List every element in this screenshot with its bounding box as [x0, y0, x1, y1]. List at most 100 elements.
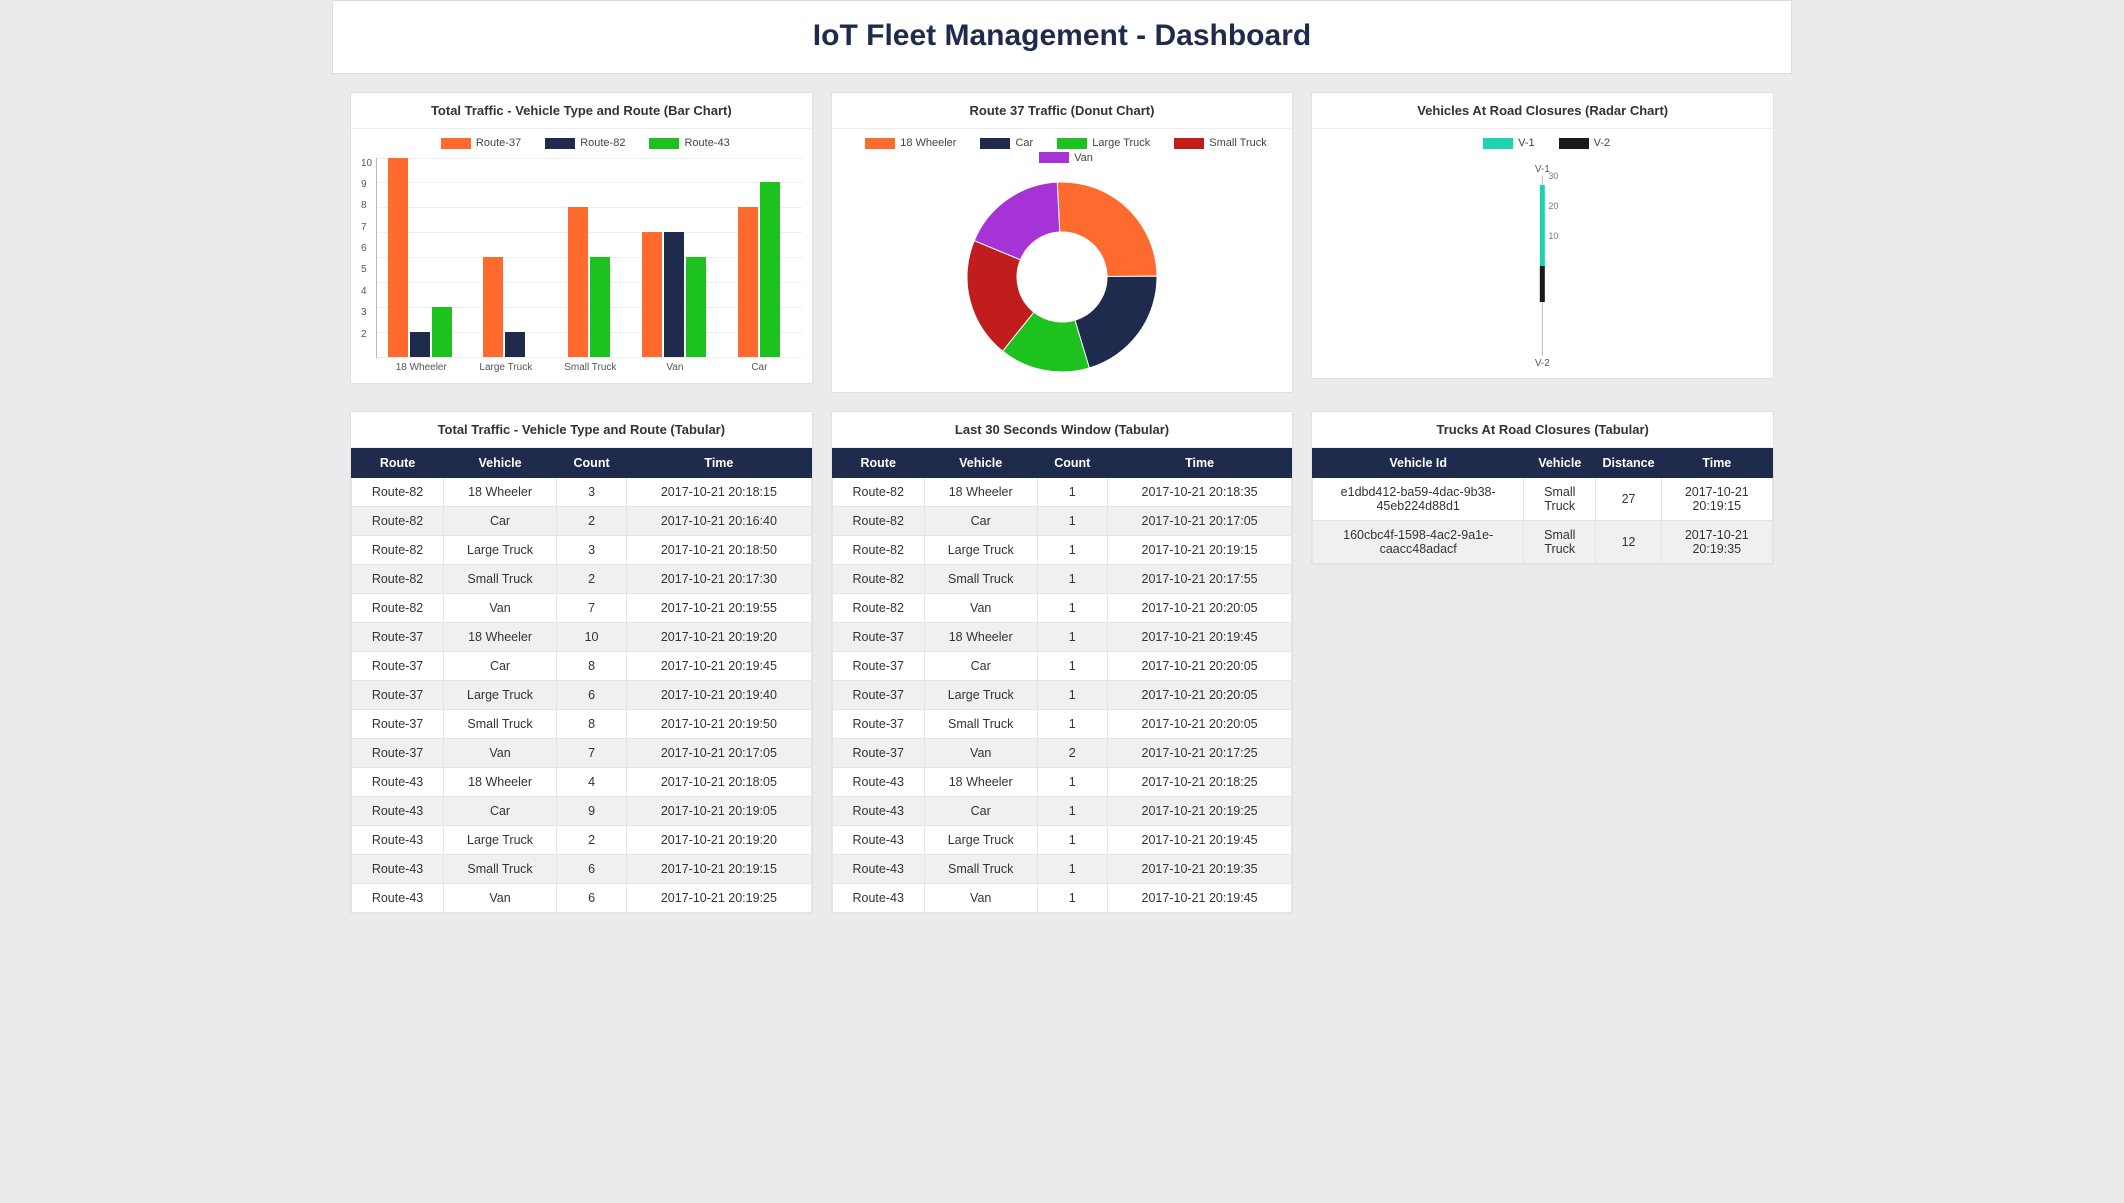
table-row: Route-82Van72017-10-21 20:19:55 [352, 594, 812, 623]
table-cell: Route-37 [352, 652, 444, 681]
legend-item[interactable]: Route-43 [641, 137, 729, 149]
table-cell: Small Truck [444, 710, 557, 739]
table-cell: 2 [556, 565, 626, 594]
bar[interactable] [686, 257, 706, 357]
table-cell: 18 Wheeler [924, 478, 1037, 507]
table-header[interactable]: Route [832, 449, 924, 478]
table-cell: Car [924, 797, 1037, 826]
table-cell: 2017-10-21 20:19:05 [627, 797, 812, 826]
table-cell: Small Truck [1524, 521, 1596, 564]
table-cell: 1 [1037, 594, 1107, 623]
bar-chart-plot[interactable] [376, 158, 802, 358]
table-cell: 2017-10-21 20:19:45 [1107, 623, 1292, 652]
table-cell: e1dbd412-ba59-4dac-9b38-45eb224d88d1 [1313, 478, 1524, 521]
table-header[interactable]: Time [1661, 449, 1772, 478]
panel-radar-chart: Vehicles At Road Closures (Radar Chart) … [1311, 92, 1774, 379]
radar-chart[interactable]: V-1V-2302010 [1322, 158, 1763, 368]
legend-item[interactable]: Small Truck [1166, 137, 1266, 149]
table-header[interactable]: Count [1037, 449, 1107, 478]
table-header[interactable]: Route [352, 449, 444, 478]
table-row: 160cbc4f-1598-4ac2-9a1e-caacc48adacfSmal… [1313, 521, 1773, 564]
table-header[interactable]: Time [627, 449, 812, 478]
table-cell: Large Truck [444, 536, 557, 565]
table-cell: Car [924, 507, 1037, 536]
bar[interactable] [410, 332, 430, 357]
panel-title: Last 30 Seconds Window (Tabular) [832, 412, 1293, 448]
bar[interactable] [760, 182, 780, 356]
table-header[interactable]: Count [556, 449, 626, 478]
table-cell: 1 [1037, 884, 1107, 913]
legend-item[interactable]: Van [1031, 152, 1093, 164]
bar[interactable] [505, 332, 525, 357]
table-cell: 18 Wheeler [924, 623, 1037, 652]
bar[interactable] [568, 207, 588, 356]
table-cell: Route-82 [352, 565, 444, 594]
table-cell: Route-37 [832, 710, 924, 739]
table-row: Route-82Small Truck22017-10-21 20:17:30 [352, 565, 812, 594]
table-row: Route-82Large Truck32017-10-21 20:18:50 [352, 536, 812, 565]
table-header[interactable]: Vehicle Id [1313, 449, 1524, 478]
legend-item[interactable]: Car [972, 137, 1033, 149]
legend-item[interactable]: Route-37 [433, 137, 521, 149]
bar[interactable] [738, 207, 758, 356]
table-cell: 8 [556, 710, 626, 739]
panel-title: Trucks At Road Closures (Tabular) [1312, 412, 1773, 448]
table-cell: Route-37 [832, 623, 924, 652]
table-cell: Small Truck [1524, 478, 1596, 521]
table-row: Route-43Small Truck62017-10-21 20:19:15 [352, 855, 812, 884]
table-row: Route-82Large Truck12017-10-21 20:19:15 [832, 536, 1292, 565]
table-header[interactable]: Vehicle [1524, 449, 1596, 478]
table-cell: Route-37 [352, 710, 444, 739]
table-cell: 2017-10-21 20:16:40 [627, 507, 812, 536]
table-row: Route-37Van72017-10-21 20:17:05 [352, 739, 812, 768]
table-cell: 1 [1037, 797, 1107, 826]
donut-slice[interactable] [1075, 276, 1157, 368]
table-header[interactable]: Vehicle [444, 449, 557, 478]
table-cell: Car [444, 507, 557, 536]
table-cell: 10 [556, 623, 626, 652]
table-cell: Large Truck [444, 826, 557, 855]
legend-item[interactable]: 18 Wheeler [857, 137, 956, 149]
legend-item[interactable]: V-2 [1551, 137, 1611, 149]
table-cell: Route-37 [352, 739, 444, 768]
table-cell: 6 [556, 681, 626, 710]
table-header[interactable]: Distance [1596, 449, 1661, 478]
donut-slice[interactable] [1057, 182, 1157, 277]
table-cell: Van [924, 739, 1037, 768]
table-cell: 12 [1596, 521, 1661, 564]
table-cell: Route-43 [832, 797, 924, 826]
table-header[interactable]: Time [1107, 449, 1292, 478]
legend-item[interactable]: V-1 [1475, 137, 1535, 149]
bar[interactable] [483, 257, 503, 357]
bar[interactable] [642, 232, 662, 356]
table-cell: 2017-10-21 20:19:35 [1661, 521, 1772, 564]
table-cell: Route-43 [832, 855, 924, 884]
table-cell: Van [444, 739, 557, 768]
table-row: Route-8218 Wheeler32017-10-21 20:18:15 [352, 478, 812, 507]
traffic-table: RouteVehicleCountTimeRoute-8218 Wheeler3… [351, 448, 812, 913]
legend-item[interactable]: Route-82 [537, 137, 625, 149]
table-cell: Route-37 [832, 681, 924, 710]
donut-chart[interactable] [957, 172, 1167, 382]
table-cell: 1 [1037, 826, 1107, 855]
panel-title: Route 37 Traffic (Donut Chart) [832, 93, 1293, 129]
table-row: Route-37Van22017-10-21 20:17:25 [832, 739, 1292, 768]
legend-item[interactable]: Large Truck [1049, 137, 1150, 149]
table-cell: 6 [556, 884, 626, 913]
bar[interactable] [664, 232, 684, 356]
table-row: Route-37Small Truck82017-10-21 20:19:50 [352, 710, 812, 739]
bar[interactable] [432, 307, 452, 357]
table-cell: Small Truck [444, 565, 557, 594]
page-title-bar: IoT Fleet Management - Dashboard [332, 0, 1792, 74]
table-cell: 18 Wheeler [444, 623, 557, 652]
table-cell: Large Truck [444, 681, 557, 710]
donut-chart-legend: 18 Wheeler Car Large Truck Small Truck Van [842, 137, 1283, 166]
bar[interactable] [590, 257, 610, 357]
table-cell: 2017-10-21 20:20:05 [1107, 594, 1292, 623]
table-cell: 2017-10-21 20:19:25 [627, 884, 812, 913]
table-cell: 2017-10-21 20:19:45 [1107, 884, 1292, 913]
bar[interactable] [388, 158, 408, 357]
table-cell: Van [444, 884, 557, 913]
window-table: RouteVehicleCountTimeRoute-8218 Wheeler1… [832, 448, 1293, 913]
table-header[interactable]: Vehicle [924, 449, 1037, 478]
